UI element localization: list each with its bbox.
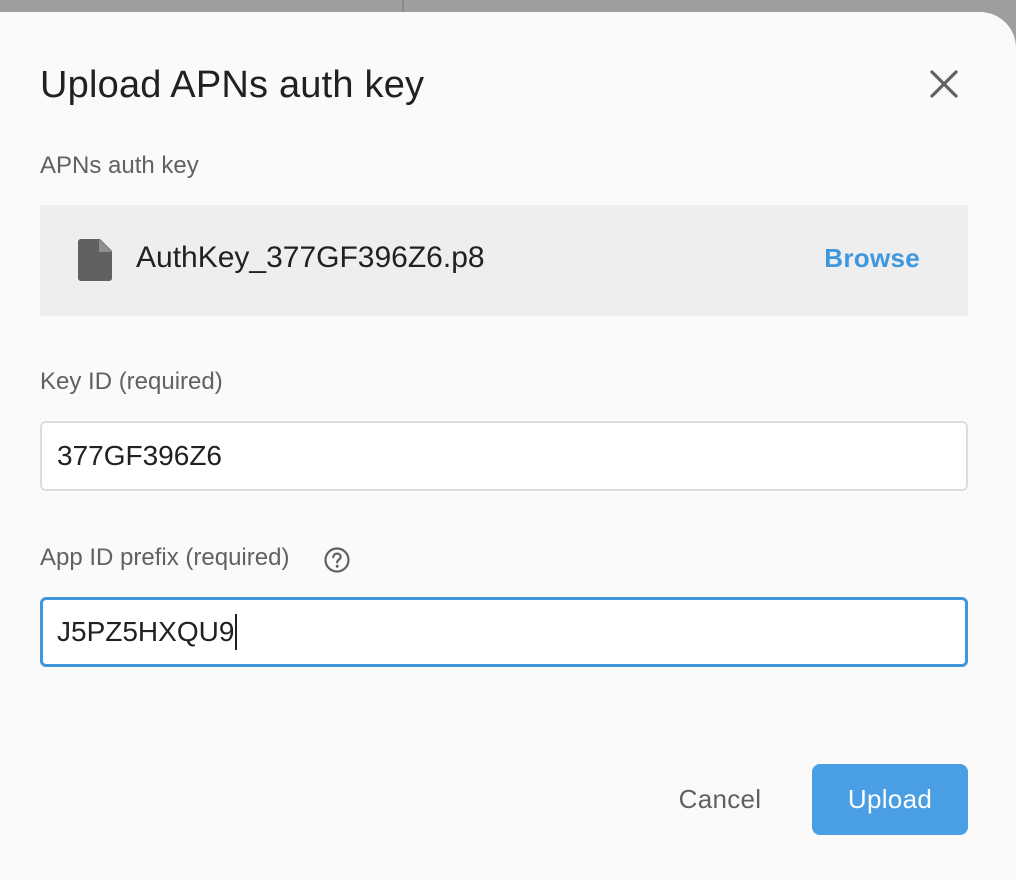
close-button[interactable] bbox=[922, 62, 966, 106]
upload-button[interactable]: Upload bbox=[812, 764, 968, 835]
file-picker: AuthKey_377GF396Z6.p8 Browse bbox=[40, 205, 968, 316]
app-id-prefix-value: J5PZ5HXQU9 bbox=[57, 616, 235, 647]
file-icon bbox=[78, 239, 112, 281]
key-id-input[interactable]: 377GF396Z6 bbox=[40, 421, 968, 491]
app-id-prefix-input[interactable]: J5PZ5HXQU9 bbox=[40, 597, 968, 667]
help-circle-icon[interactable] bbox=[323, 546, 351, 574]
auth-key-label: APNs auth key bbox=[40, 152, 199, 179]
cancel-button[interactable]: Cancel bbox=[660, 764, 780, 834]
key-id-label: Key ID (required) bbox=[40, 368, 223, 395]
app-id-prefix-label: App ID prefix (required) bbox=[40, 544, 290, 571]
browse-button[interactable]: Browse bbox=[824, 243, 920, 274]
close-icon bbox=[930, 70, 958, 98]
text-caret bbox=[235, 614, 238, 650]
selected-file-name: AuthKey_377GF396Z6.p8 bbox=[136, 241, 485, 274]
key-id-value: 377GF396Z6 bbox=[57, 440, 222, 471]
dialog-title: Upload APNs auth key bbox=[40, 64, 425, 106]
